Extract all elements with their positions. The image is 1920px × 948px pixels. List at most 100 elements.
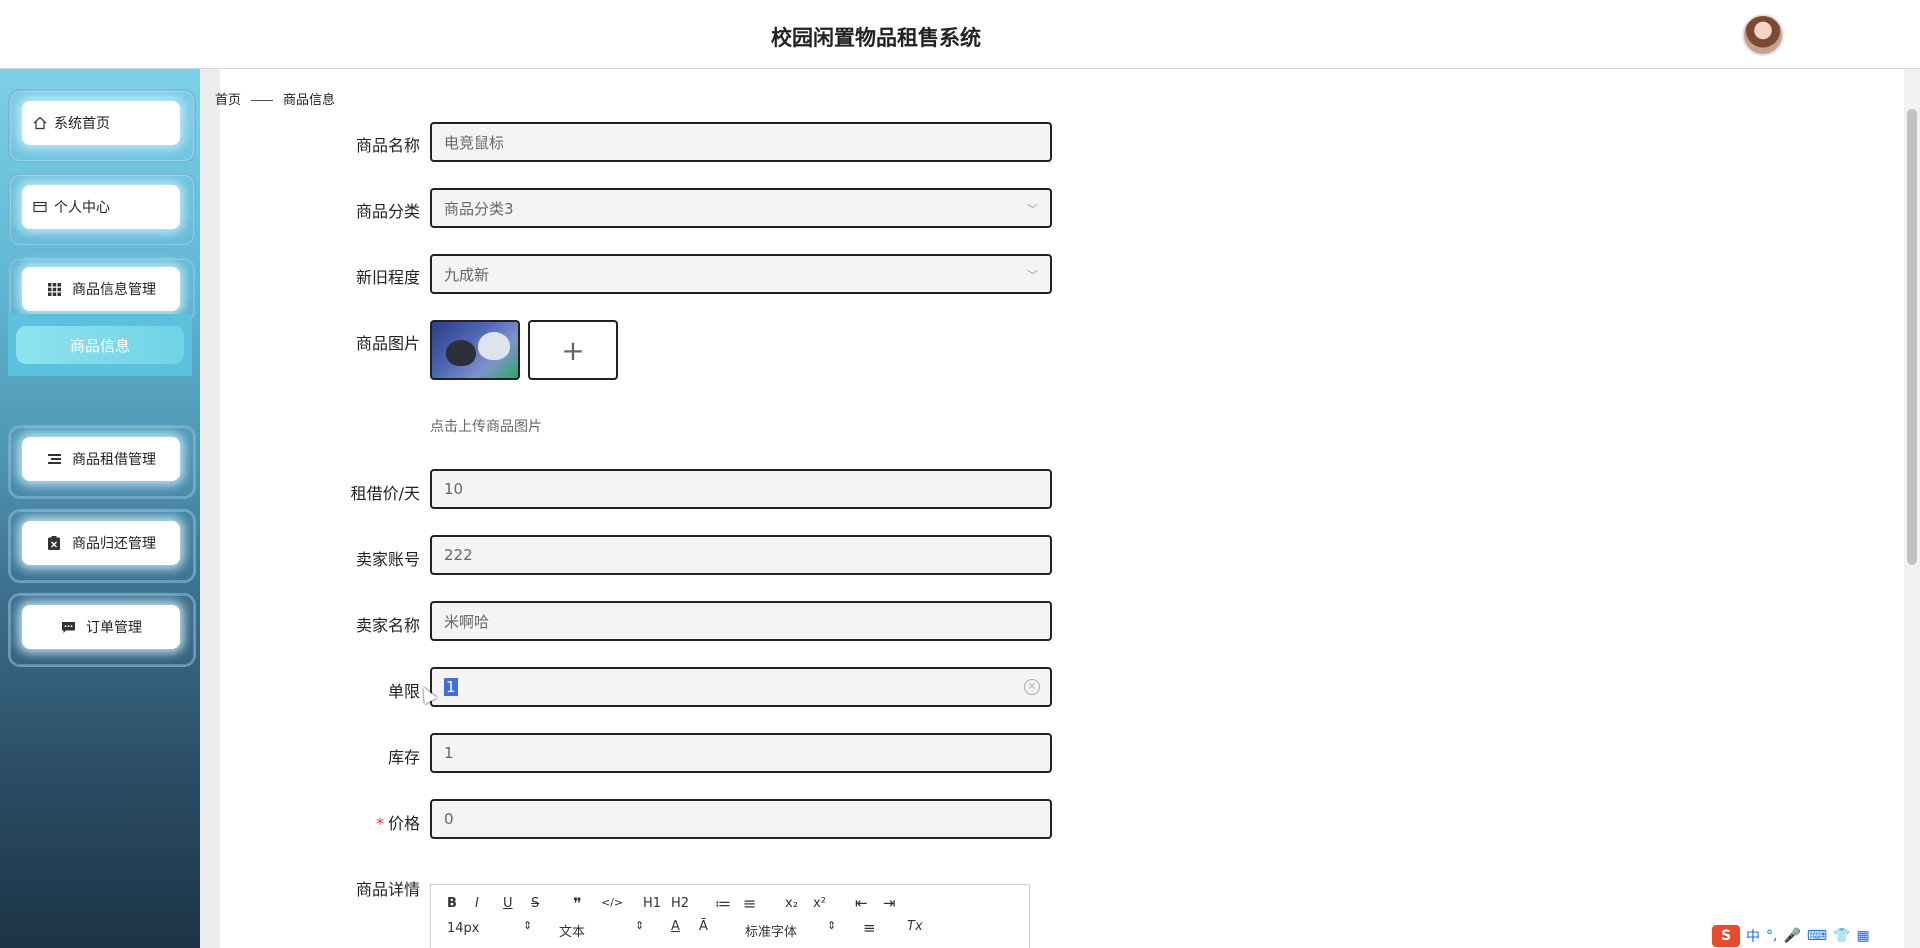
chevron-updown-icon: ⇕ — [635, 919, 645, 932]
strikethrough-button[interactable]: S — [531, 896, 539, 911]
sidebar-item-home[interactable]: 系统首页 — [22, 101, 180, 145]
ime-punct[interactable]: °, — [1766, 928, 1777, 944]
card-icon — [32, 199, 48, 215]
underline-button[interactable]: U — [503, 896, 513, 911]
text-type-select[interactable]: 文本 — [559, 921, 585, 940]
label-product-image: 商品图片 — [355, 334, 420, 353]
product-name-input[interactable]: 电竞鼠标 — [430, 122, 1052, 162]
scrollbar-thumb[interactable] — [1907, 109, 1917, 565]
grid-icon — [46, 281, 62, 297]
stock-value: 1 — [444, 744, 454, 762]
chevron-down-icon: ﹀ — [1027, 269, 1038, 282]
clear-format-button[interactable]: Tx — [907, 919, 923, 934]
label-product-name: 商品名称 — [355, 136, 420, 155]
h2-button[interactable]: H2 — [671, 896, 689, 911]
sidebar-item-orders[interactable]: 订单管理 — [22, 605, 180, 649]
price-input[interactable]: 0 — [430, 799, 1052, 839]
sidebar-item-rent-manage[interactable]: 商品租借管理 — [22, 437, 180, 481]
sidebar-item-label: 商品租借管理 — [72, 452, 156, 468]
rent-price-input[interactable]: 10 — [430, 469, 1052, 509]
rent-price-value: 10 — [444, 480, 464, 498]
product-name-value: 电竞鼠标 — [444, 133, 505, 152]
ime-lang[interactable]: 中 — [1746, 926, 1760, 946]
superscript-button[interactable]: x² — [813, 896, 826, 911]
product-image-thumbnail[interactable] — [430, 320, 520, 380]
upload-image-button[interactable]: + — [528, 320, 618, 380]
label-condition: 新旧程度 — [355, 268, 420, 287]
outdent-button[interactable]: ⇤ — [855, 894, 868, 912]
seller-account-value: 222 — [444, 546, 473, 564]
microphone-icon[interactable]: 🎤 — [1783, 928, 1800, 944]
label-stock: 库存 — [387, 748, 420, 767]
home-icon — [32, 115, 48, 131]
menu-group-rent: 商品租借管理 — [8, 425, 196, 499]
required-mark: * — [375, 814, 384, 833]
ime-toolbar[interactable]: S 中 °, 🎤 ⌨ 👕 ▦ — [1712, 923, 1920, 948]
subscript-button[interactable]: x₂ — [785, 896, 798, 911]
breadcrumb-home[interactable]: 首页 — [215, 93, 241, 108]
bullet-list-button[interactable]: ≡ — [743, 894, 756, 913]
menu-group-home: 系统首页 — [8, 89, 196, 163]
limit-input[interactable]: 1 × — [430, 667, 1052, 707]
sidebar-item-label: 个人中心 — [54, 200, 110, 216]
page-title: 校园闲置物品租售系统 — [771, 26, 981, 50]
font-size-select[interactable]: 14px — [447, 921, 480, 936]
sidebar: 系统首页 个人中心 商品信息管理 商品信息 商品租借管理 商品归还管理 订单管理 — [0, 69, 200, 948]
code-button[interactable]: </> — [601, 896, 623, 909]
chevron-down-icon: ﹀ — [1027, 203, 1038, 216]
sidebar-item-personal[interactable]: 个人中心 — [22, 185, 180, 229]
sidebar-item-product-manage[interactable]: 商品信息管理 — [22, 267, 180, 311]
align-button[interactable]: ≡ — [863, 919, 876, 937]
page-scrollbar[interactable] — [1904, 69, 1920, 948]
h1-button[interactable]: H1 — [643, 896, 661, 911]
label-seller-account: 卖家账号 — [355, 550, 420, 569]
sidebar-item-label: 订单管理 — [86, 620, 142, 636]
seller-name-value: 米啊哈 — [444, 612, 490, 631]
menu-group-personal: 个人中心 — [8, 173, 196, 247]
label-price: * 价格 — [220, 810, 420, 834]
sidebar-item-label: 商品信息管理 — [72, 282, 156, 298]
skin-icon[interactable]: 👕 — [1833, 928, 1850, 944]
plus-icon: + — [561, 333, 585, 367]
menu-group-return: 商品归还管理 — [8, 509, 196, 583]
breadcrumb-current: 商品信息 — [283, 93, 336, 108]
seller-name-input[interactable]: 米啊哈 — [430, 601, 1052, 641]
keyboard-icon[interactable]: ⌨ — [1807, 928, 1827, 944]
breadcrumb: 首页 商品信息 — [215, 89, 335, 108]
chevron-updown-icon: ⇕ — [827, 919, 837, 932]
condition-value: 九成新 — [444, 265, 490, 284]
clear-icon[interactable]: × — [1024, 679, 1040, 695]
label-limit: 单限 — [387, 682, 420, 701]
italic-button[interactable]: I — [475, 896, 479, 911]
seller-account-input[interactable]: 222 — [430, 535, 1052, 575]
submenu-product: 商品信息 — [8, 314, 192, 376]
bold-button[interactable]: B — [447, 896, 457, 911]
label-detail: 商品详情 — [355, 880, 420, 899]
ordered-list-button[interactable]: ≔ — [715, 894, 731, 913]
mouse-image-shape — [478, 332, 510, 360]
clipboard-icon — [46, 535, 62, 551]
stock-input[interactable]: 1 — [430, 733, 1052, 773]
condition-select[interactable]: 九成新 ﹀ — [430, 254, 1052, 294]
price-value: 0 — [444, 810, 454, 828]
label-category: 商品分类 — [355, 202, 420, 221]
mouse-image-shape — [446, 340, 476, 366]
category-select[interactable]: 商品分类3 ﹀ — [430, 188, 1052, 228]
font-color-button[interactable]: A — [671, 919, 680, 934]
font-family-select[interactable]: 标准字体 — [745, 921, 797, 940]
list-icon — [46, 451, 62, 467]
menu-group-orders: 订单管理 — [8, 593, 196, 667]
chat-icon — [60, 619, 76, 635]
blockquote-button[interactable]: ❞ — [573, 894, 582, 913]
limit-value: 1 — [444, 678, 458, 696]
user-avatar[interactable] — [1742, 14, 1784, 56]
indent-button[interactable]: ⇥ — [883, 894, 896, 912]
apps-icon[interactable]: ▦ — [1857, 928, 1870, 944]
background-color-button[interactable]: Ā — [699, 919, 708, 934]
sidebar-item-return-manage[interactable]: 商品归还管理 — [22, 521, 180, 565]
sidebar-item-label: 商品归还管理 — [72, 536, 156, 552]
rich-text-editor[interactable]: B I U S ❞ </> H1 H2 ≔ ≡ x₂ x² ⇤ ⇥ 14px ⇕… — [430, 884, 1030, 948]
sidebar-subitem-product-info[interactable]: 商品信息 — [16, 326, 184, 364]
sidebar-item-label: 系统首页 — [54, 116, 110, 132]
content-gutter — [200, 69, 220, 948]
